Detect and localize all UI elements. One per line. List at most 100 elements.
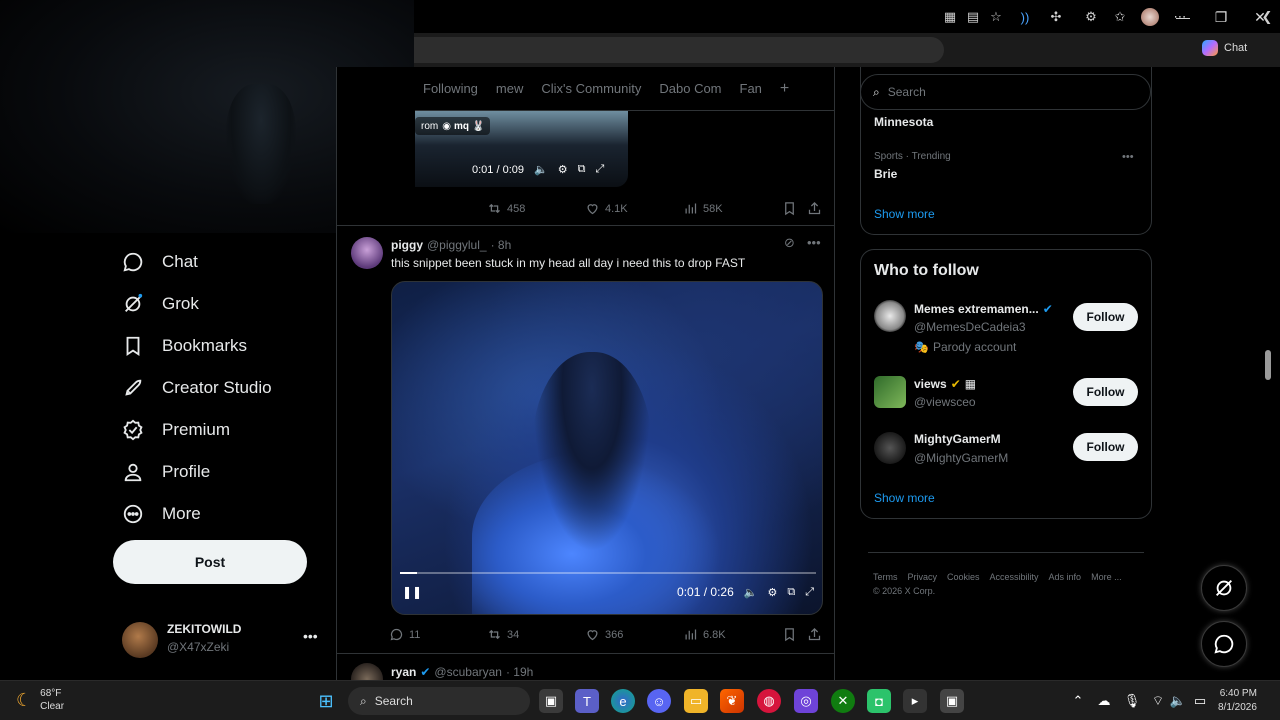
- task-view-icon[interactable]: ▣: [539, 689, 563, 713]
- volume-icon[interactable]: 🔈: [534, 163, 548, 176]
- pip-icon[interactable]: ⧉: [787, 586, 795, 599]
- post-button[interactable]: Post: [113, 540, 307, 584]
- page-scrollbar[interactable]: [1262, 67, 1274, 680]
- split-screen-icon[interactable]: ▦: [941, 8, 959, 26]
- avatar[interactable]: [874, 432, 906, 464]
- tab-fan[interactable]: Fan: [732, 81, 772, 96]
- like-button[interactable]: 4.1K: [585, 201, 628, 216]
- footer-link-privacy[interactable]: Privacy: [908, 572, 938, 582]
- capture-app-icon[interactable]: ◘: [867, 689, 891, 713]
- add-tab-icon[interactable]: +: [772, 80, 799, 98]
- suggested-account-handle[interactable]: @viewsceo: [914, 395, 976, 409]
- trend-item-minnesota[interactable]: Minnesota: [874, 115, 933, 129]
- fullscreen-icon[interactable]: ⤢: [805, 586, 814, 599]
- avatar[interactable]: [874, 376, 906, 408]
- follow-button[interactable]: Follow: [1073, 303, 1138, 331]
- weather-widget[interactable]: ☾ 68°F Clear: [16, 687, 64, 713]
- nav-bookmarks[interactable]: Bookmarks: [122, 335, 247, 357]
- read-aloud-icon[interactable]: )): [1016, 8, 1034, 26]
- start-button[interactable]: ⊞: [314, 689, 338, 713]
- onedrive-icon[interactable]: ☁: [1092, 689, 1116, 713]
- suggested-account-name-text[interactable]: views: [914, 377, 947, 391]
- pip-icon[interactable]: ⧉: [578, 163, 586, 176]
- views-button[interactable]: 58K: [683, 201, 723, 216]
- xbox-icon[interactable]: ✕: [831, 689, 855, 713]
- follow-show-more-link[interactable]: Show more: [874, 491, 935, 505]
- follow-button[interactable]: Follow: [1073, 378, 1138, 406]
- app-icon[interactable]: ◎: [794, 689, 818, 713]
- post-author-handle[interactable]: @piggylul_: [427, 238, 487, 252]
- teams-icon[interactable]: T: [575, 689, 599, 713]
- footer-link-ads-info[interactable]: Ads info: [1049, 572, 1082, 582]
- suggested-account-handle[interactable]: @MemesDeCadeia3: [914, 320, 1026, 334]
- nav-premium[interactable]: Premium: [122, 419, 230, 441]
- next-post-time[interactable]: · 19h: [506, 665, 533, 679]
- footer-link-terms[interactable]: Terms: [873, 572, 898, 582]
- favorite-star-icon[interactable]: ☆: [987, 8, 1005, 26]
- nav-profile[interactable]: Profile: [122, 461, 210, 483]
- volume-icon[interactable]: 🔈: [744, 586, 758, 599]
- messages-fab-button[interactable]: [1201, 621, 1247, 667]
- fl-studio-icon[interactable]: ❦: [720, 689, 744, 713]
- file-explorer-icon[interactable]: ▭: [684, 689, 708, 713]
- next-post-handle[interactable]: @scubaryan: [434, 665, 502, 679]
- discord-icon[interactable]: ☺: [647, 689, 671, 713]
- footer-link-more[interactable]: More ...: [1091, 572, 1122, 582]
- trend-item-brie[interactable]: Brie: [874, 167, 897, 181]
- repost-button[interactable]: 34: [487, 627, 519, 642]
- edge-browser-icon[interactable]: e: [611, 689, 635, 713]
- app-icon[interactable]: ◍: [757, 689, 781, 713]
- battery-icon[interactable]: ▭: [1188, 689, 1212, 713]
- follow-button[interactable]: Follow: [1073, 433, 1138, 461]
- suggested-account-name-text[interactable]: Memes extremamen...: [914, 302, 1039, 316]
- views-button[interactable]: 6.8K: [683, 627, 726, 642]
- nav-creator-studio[interactable]: Creator Studio: [122, 377, 272, 399]
- maximize-button[interactable]: ❐: [1206, 6, 1236, 28]
- app-window-icon[interactable]: ▣: [940, 689, 964, 713]
- grok-icon[interactable]: ⊘: [784, 235, 795, 251]
- tab-following[interactable]: Following: [415, 81, 488, 96]
- trends-show-more-link[interactable]: Show more: [874, 207, 935, 221]
- tab-clix-community[interactable]: Clix's Community: [533, 81, 651, 96]
- bookmark-button[interactable]: [782, 201, 797, 216]
- taskbar-search[interactable]: ⌕ Search: [348, 687, 530, 715]
- avatar[interactable]: [874, 300, 906, 332]
- next-post-author-name[interactable]: ryan: [391, 665, 416, 679]
- suggested-account-handle[interactable]: @MightyGamerM: [914, 451, 1008, 465]
- footer-link-cookies[interactable]: Cookies: [947, 572, 980, 582]
- avatar[interactable]: [351, 237, 383, 269]
- post-author-name[interactable]: piggy: [391, 238, 423, 252]
- bookmark-button[interactable]: [782, 627, 797, 642]
- repost-button[interactable]: 458: [487, 201, 525, 216]
- avatar[interactable]: [351, 663, 383, 680]
- suggested-account-name-text[interactable]: MightyGamerM: [914, 432, 1001, 446]
- nav-chat[interactable]: Chat: [122, 251, 198, 273]
- post-more-icon[interactable]: •••: [807, 235, 821, 250]
- previous-post-video[interactable]: rom ◉ mq 🐰 0:01 / 0:09 🔈 ⚙ ⧉ ⤢: [415, 111, 628, 187]
- settings-icon[interactable]: ⚙: [558, 163, 568, 176]
- terminal-icon[interactable]: ▸: [903, 689, 927, 713]
- reader-icon[interactable]: ▤: [964, 8, 982, 26]
- settings-more-icon[interactable]: ⋯: [1171, 8, 1189, 26]
- grok-fab-button[interactable]: [1201, 565, 1247, 611]
- reply-button[interactable]: 11: [389, 627, 420, 642]
- clock[interactable]: 6:40 PM 8/1/2026: [1218, 687, 1257, 715]
- pause-icon[interactable]: ❚❚: [402, 585, 422, 599]
- share-button[interactable]: [807, 627, 822, 642]
- settings-icon[interactable]: ⚙: [767, 586, 777, 599]
- like-button[interactable]: 366: [585, 627, 623, 642]
- account-switcher[interactable]: ZEKITOWILD @X47xZeki •••: [122, 620, 322, 660]
- footer-link-accessibility[interactable]: Accessibility: [990, 572, 1039, 582]
- favorites-icon[interactable]: ✩: [1111, 8, 1129, 26]
- extensions-icon[interactable]: ✣: [1047, 8, 1065, 26]
- trend-more-icon[interactable]: •••: [1122, 151, 1134, 163]
- address-bar[interactable]: [414, 37, 944, 63]
- account-menu-icon[interactable]: •••: [303, 628, 318, 644]
- tab-mew[interactable]: mew: [488, 81, 533, 96]
- microphone-icon[interactable]: 🎙: [1120, 689, 1144, 713]
- scrollbar-thumb[interactable]: [1265, 350, 1271, 380]
- profile-avatar-icon[interactable]: [1141, 8, 1159, 26]
- tab-dabo-com[interactable]: Dabo Com: [651, 81, 731, 96]
- chevron-up-icon[interactable]: ⌃: [1066, 689, 1090, 713]
- speaker-icon[interactable]: 🔈: [1166, 689, 1190, 713]
